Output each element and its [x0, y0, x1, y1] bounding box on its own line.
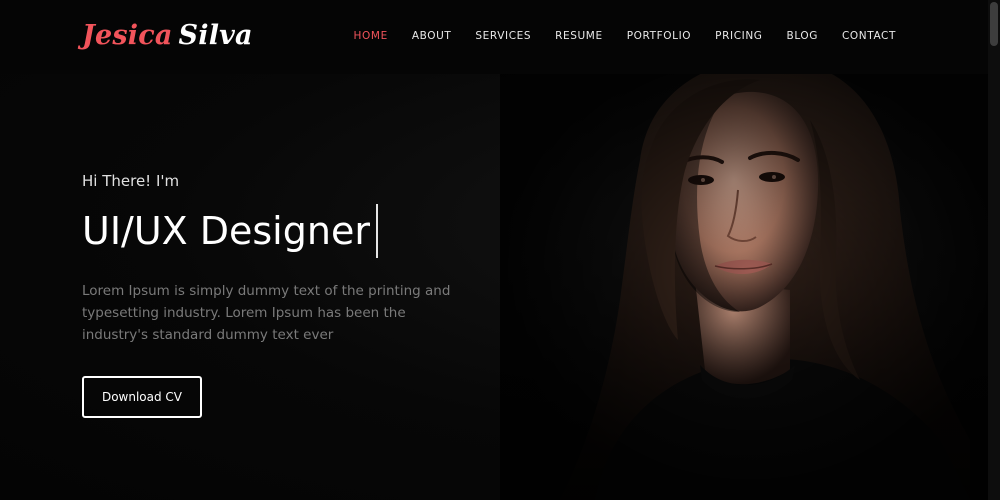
site-header: Jesica Silva HOME ABOUT SERVICES RESUME P… — [0, 0, 1000, 74]
hero-section: Hi There! I'm UI/UX Designer Lorem Ipsum… — [82, 172, 502, 418]
nav-item-contact[interactable]: CONTACT — [842, 30, 896, 42]
vertical-scrollbar[interactable] — [988, 0, 1000, 500]
nav-item-portfolio[interactable]: PORTFOLIO — [627, 30, 691, 42]
nav-item-about[interactable]: ABOUT — [412, 30, 452, 42]
logo[interactable]: Jesica Silva — [82, 20, 253, 51]
main-nav: HOME ABOUT SERVICES RESUME PORTFOLIO PRI… — [330, 30, 896, 42]
scrollbar-thumb[interactable] — [990, 2, 998, 46]
nav-item-blog[interactable]: BLOG — [787, 30, 818, 42]
nav-item-home[interactable]: HOME — [354, 30, 388, 42]
hero-role-heading: UI/UX Designer — [82, 204, 502, 258]
nav-item-resume[interactable]: RESUME — [555, 30, 603, 42]
logo-last-name: Silva — [178, 20, 253, 51]
typing-cursor — [375, 204, 378, 258]
nav-item-services[interactable]: SERVICES — [475, 30, 531, 42]
hero-role-text: UI/UX Designer — [82, 209, 370, 253]
page: Jesica Silva HOME ABOUT SERVICES RESUME P… — [0, 0, 1000, 500]
hero-description: Lorem Ipsum is simply dummy text of the … — [82, 283, 451, 343]
hero-portrait-image — [500, 40, 1000, 500]
hero-greeting: Hi There! I'm — [82, 172, 180, 190]
logo-first-name: Jesica — [82, 20, 173, 51]
download-cv-button[interactable]: Download CV — [82, 376, 202, 418]
nav-item-pricing[interactable]: PRICING — [715, 30, 762, 42]
